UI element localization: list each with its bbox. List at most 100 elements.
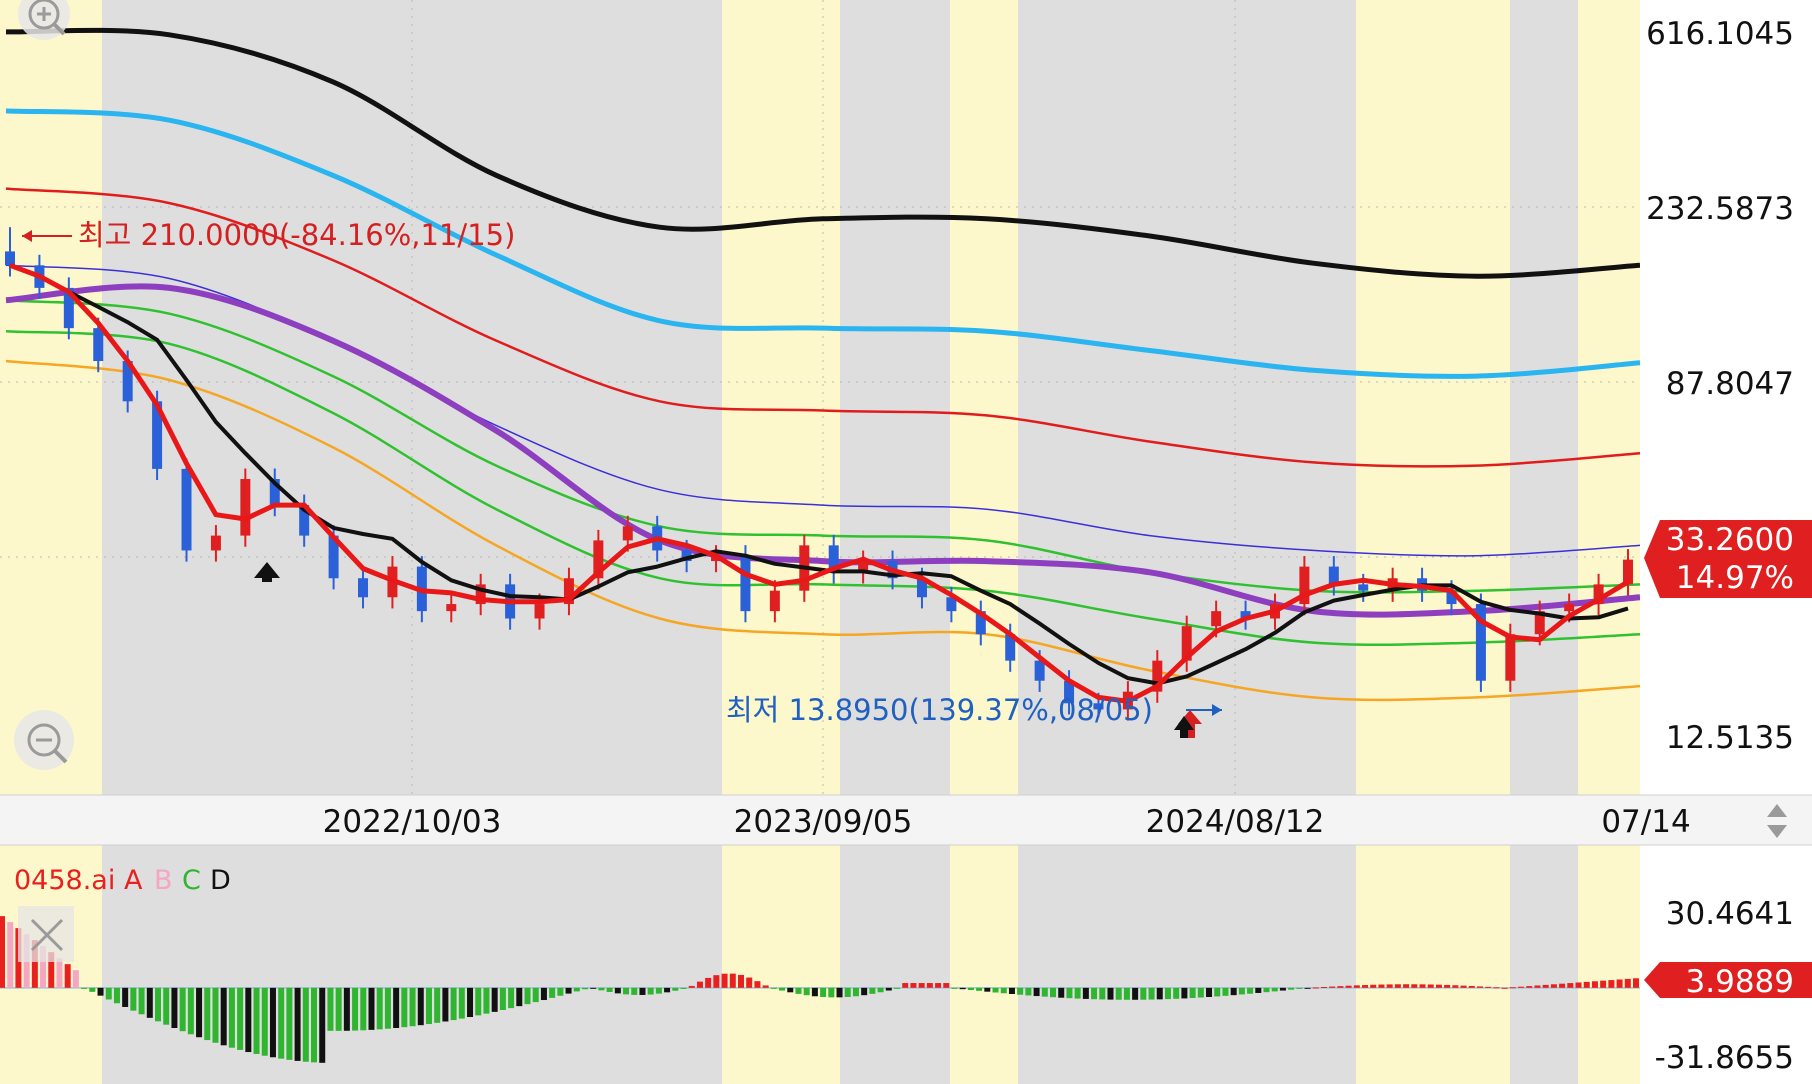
indicator-bar <box>1501 987 1508 989</box>
chart-window: 616.1045 232.5873 87.8047 12.5135 33.260… <box>0 0 1812 1084</box>
current-indicator-value: 3.9889 <box>1686 964 1794 1000</box>
indicator-bar <box>1559 983 1566 988</box>
indicator-bar <box>1403 984 1410 988</box>
indicator-bar <box>803 987 810 996</box>
indicator-bar <box>1033 987 1040 997</box>
zone-band <box>722 0 840 795</box>
candle-body <box>446 604 457 612</box>
indicator-bar <box>951 987 958 989</box>
indicator-bar <box>910 983 917 988</box>
indicator-bar <box>146 987 153 1018</box>
legend-item-d: D <box>210 865 231 896</box>
indicator-bar <box>967 987 974 991</box>
indicator-bar <box>442 987 449 1022</box>
stock-chart[interactable]: 616.1045 232.5873 87.8047 12.5135 33.260… <box>0 0 1812 1084</box>
indicator-bar <box>1591 981 1598 988</box>
indicator-bar <box>573 987 580 992</box>
indicator-bar <box>1567 983 1574 988</box>
indicator-bar <box>1493 987 1500 989</box>
indicator-bar <box>1468 985 1475 988</box>
indicator-bar <box>105 987 112 1000</box>
indicator-bar <box>598 987 605 991</box>
indicator-bar <box>680 987 687 989</box>
indicator-bar <box>524 987 531 1005</box>
indicator-bar <box>811 987 818 997</box>
zone-band <box>722 845 840 1084</box>
indicator-bar <box>81 987 88 989</box>
current-price-box: 33.2600 14.97% <box>1644 520 1812 598</box>
indicator-bar <box>1452 985 1459 988</box>
indicator-bar <box>1353 985 1360 988</box>
indicator-bar <box>549 987 556 998</box>
indicator-bar <box>130 987 137 1011</box>
indicator-bar <box>1526 986 1533 988</box>
indicator-bar <box>696 981 703 988</box>
indicator-bar <box>467 987 474 1018</box>
close-icon[interactable] <box>18 906 74 962</box>
indicator-bar <box>1616 979 1623 988</box>
indicator-bar <box>1633 978 1639 988</box>
indicator-bar <box>820 987 827 997</box>
indicator-bar <box>56 958 63 988</box>
price-axis-label: 616.1045 <box>1646 16 1794 52</box>
indicator-bar <box>491 987 498 1012</box>
indicator-bar <box>1115 987 1122 1000</box>
zone-band <box>840 0 950 795</box>
indicator-bar <box>1099 987 1106 1000</box>
zone-band <box>0 0 102 795</box>
indicator-bar <box>393 987 400 1028</box>
zone-band <box>1356 0 1510 795</box>
indicator-bar <box>417 987 424 1026</box>
indicator-bar <box>828 987 835 998</box>
indicator-bar <box>737 974 744 988</box>
current-price-value: 33.2600 <box>1666 522 1794 558</box>
indicator-bar <box>204 987 211 1041</box>
indicator-bar <box>499 987 506 1011</box>
indicator-bar <box>1230 987 1237 996</box>
indicator-bar <box>1476 986 1483 988</box>
price-axis-label: 12.5135 <box>1666 720 1794 756</box>
indicator-bar <box>1050 987 1057 998</box>
indicator-bar <box>327 987 334 1031</box>
indicator-bar <box>1058 987 1065 998</box>
price-axis-label: 232.5873 <box>1646 191 1794 227</box>
indicator-bar <box>1074 987 1081 999</box>
indicator-bar <box>1247 987 1254 994</box>
indicator-bar <box>302 987 309 1062</box>
indicator-bar <box>458 987 465 1019</box>
zone-band <box>1356 845 1510 1084</box>
indicator-bar <box>1156 987 1163 1000</box>
indicator-bar <box>762 985 769 988</box>
indicator-bar <box>1255 987 1262 993</box>
indicator-bar <box>196 987 203 1038</box>
legend-item-a: A <box>124 865 143 896</box>
indicator-bar <box>1320 986 1327 988</box>
indicator-bar <box>721 973 728 988</box>
indicator-bar <box>1345 985 1352 988</box>
indicator-bar <box>844 987 851 997</box>
indicator-bar <box>1222 987 1229 996</box>
high-annotation: 최고 210.0000(-84.16%,11/15) <box>22 218 515 252</box>
indicator-bar <box>64 964 71 988</box>
indicator-bar <box>311 987 318 1063</box>
scroll-arrows-icon[interactable] <box>1752 798 1806 842</box>
indicator-bar <box>1082 987 1089 999</box>
indicator-bar <box>1132 987 1139 1000</box>
indicator-bar <box>1304 987 1311 989</box>
indicator-bar <box>0 916 5 988</box>
indicator-bar <box>664 987 671 993</box>
indicator-bar <box>294 987 301 1061</box>
indicator-bar <box>770 987 777 989</box>
indicator-bar <box>163 987 170 1025</box>
indicator-bar <box>655 987 662 994</box>
indicator-axis-label: -31.8655 <box>1655 1040 1794 1076</box>
indicator-bar <box>1238 987 1245 995</box>
indicator-bar <box>1008 987 1015 995</box>
indicator-bar <box>1189 987 1196 999</box>
indicator-bar <box>1181 987 1188 999</box>
zoom-out-icon[interactable] <box>14 710 74 770</box>
indicator-bar <box>1140 987 1147 1000</box>
indicator-bar <box>1444 984 1451 988</box>
indicator-bar <box>581 987 588 990</box>
indicator-bar <box>1419 984 1426 988</box>
